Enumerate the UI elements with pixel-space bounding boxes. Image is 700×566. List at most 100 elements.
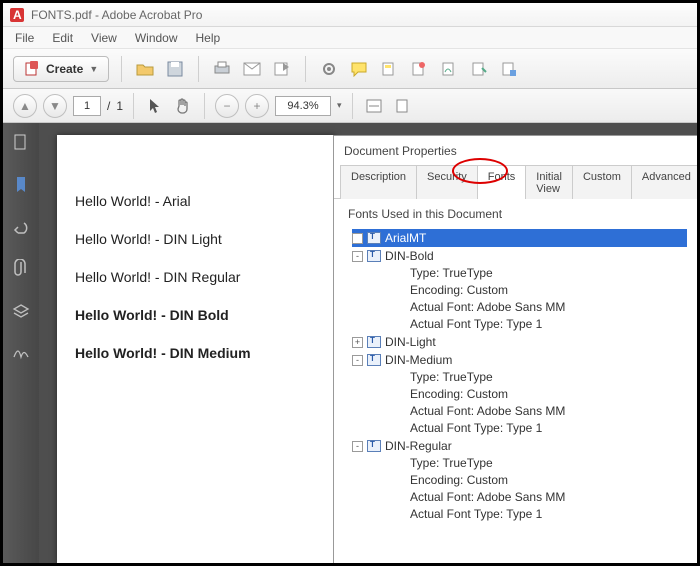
menu-edit[interactable]: Edit (44, 29, 81, 47)
workspace: Hello World! - Arial Hello World! - DIN … (3, 123, 697, 563)
email-icon[interactable] (241, 58, 263, 80)
font-icon (367, 440, 381, 452)
tab-initial-view[interactable]: Initial View (525, 165, 573, 199)
tab-description[interactable]: Description (340, 165, 417, 199)
expander-icon[interactable]: + (352, 233, 363, 244)
tab-advanced[interactable]: Advanced (631, 165, 700, 199)
font-name: ArialMT (385, 231, 426, 245)
font-detail-actual-type: Actual Font Type: Type 1 (352, 316, 687, 333)
attach-icon[interactable] (468, 58, 490, 80)
menubar: File Edit View Window Help (3, 27, 697, 49)
separator (352, 93, 353, 119)
bookmarks-icon[interactable] (11, 175, 31, 195)
font-detail-encoding: Encoding: Custom (352, 472, 687, 489)
page-total: 1 (116, 99, 123, 113)
document-properties-panel: Document Properties Description Security… (333, 135, 697, 563)
comment-icon[interactable] (348, 58, 370, 80)
separator (204, 93, 205, 119)
open-icon[interactable] (134, 58, 156, 80)
zoom-input[interactable] (275, 96, 331, 116)
thumbnails-icon[interactable] (11, 133, 31, 153)
font-name: DIN-Bold (385, 249, 434, 263)
font-node-din-medium[interactable]: - DIN-Medium (352, 351, 687, 369)
font-icon (367, 354, 381, 366)
share-icon[interactable] (271, 58, 293, 80)
font-detail-actual-type: Actual Font Type: Type 1 (352, 420, 687, 437)
font-detail-actual-font: Actual Font: Adobe Sans MM (352, 299, 687, 316)
font-detail-encoding: Encoding: Custom (352, 282, 687, 299)
sample-line-din-regular: Hello World! - DIN Regular (75, 269, 317, 285)
fonts-section-label: Fonts Used in this Document (334, 199, 697, 225)
window-title: FONTS.pdf - Adobe Acrobat Pro (31, 8, 202, 22)
sample-line-arial: Hello World! - Arial (75, 193, 317, 209)
zoom-in-button[interactable]: + (245, 94, 269, 118)
tab-security[interactable]: Security (416, 165, 478, 199)
undo-icon[interactable] (11, 217, 31, 237)
nav-sidebar (3, 123, 39, 563)
font-name: DIN-Medium (385, 353, 452, 367)
menu-view[interactable]: View (83, 29, 125, 47)
chevron-down-icon: ▼ (89, 64, 98, 74)
select-tool-icon[interactable] (144, 95, 166, 117)
fit-width-icon[interactable] (363, 95, 385, 117)
layers-icon[interactable] (11, 301, 31, 321)
font-detail-actual-font: Actual Font: Adobe Sans MM (352, 403, 687, 420)
font-icon (367, 232, 381, 244)
fonts-tree: + ArialMT - DIN-Bold Type: TrueType Enco… (334, 225, 697, 533)
sign-icon[interactable] (438, 58, 460, 80)
font-icon (367, 250, 381, 262)
app-icon: A (9, 7, 25, 23)
zoom-dropdown-icon[interactable]: ▾ (337, 100, 342, 111)
expander-icon[interactable]: - (352, 441, 363, 452)
separator (198, 56, 199, 82)
page-up-button[interactable]: ▲ (13, 94, 37, 118)
print-icon[interactable] (211, 58, 233, 80)
highlight-icon[interactable] (378, 58, 400, 80)
separator (133, 93, 134, 119)
page-sep: / (107, 99, 110, 113)
menu-file[interactable]: File (7, 29, 42, 47)
tab-custom[interactable]: Custom (572, 165, 632, 199)
menu-window[interactable]: Window (127, 29, 186, 47)
gear-icon[interactable] (318, 58, 340, 80)
create-button[interactable]: Create ▼ (13, 56, 109, 82)
expander-icon[interactable]: + (352, 337, 363, 348)
expander-icon[interactable]: - (352, 251, 363, 262)
font-node-din-light[interactable]: + DIN-Light (352, 333, 687, 351)
attachments-icon[interactable] (11, 259, 31, 279)
font-name: DIN-Light (385, 335, 436, 349)
panel-title: Document Properties (334, 136, 697, 164)
save-icon[interactable] (164, 58, 186, 80)
stamp-icon[interactable] (408, 58, 430, 80)
sample-line-din-medium: Hello World! - DIN Medium (75, 345, 317, 361)
font-detail-type: Type: TrueType (352, 369, 687, 386)
panel-tabs: Description Security Fonts Initial View … (334, 164, 697, 199)
font-node-din-bold[interactable]: - DIN-Bold (352, 247, 687, 265)
font-icon (367, 336, 381, 348)
sample-line-din-light: Hello World! - DIN Light (75, 231, 317, 247)
separator (121, 56, 122, 82)
tab-fonts[interactable]: Fonts (477, 165, 527, 199)
app-frame: A FONTS.pdf - Adobe Acrobat Pro File Edi… (0, 0, 700, 566)
page-down-button[interactable]: ▼ (43, 94, 67, 118)
font-detail-encoding: Encoding: Custom (352, 386, 687, 403)
font-detail-type: Type: TrueType (352, 455, 687, 472)
expander-icon[interactable]: - (352, 355, 363, 366)
signatures-icon[interactable] (11, 343, 31, 363)
hand-tool-icon[interactable] (172, 95, 194, 117)
zoom-out-button[interactable]: − (215, 94, 239, 118)
font-detail-type: Type: TrueType (352, 265, 687, 282)
page-number-input[interactable] (73, 96, 101, 116)
sample-line-din-bold: Hello World! - DIN Bold (75, 307, 317, 323)
pdf-page: Hello World! - Arial Hello World! - DIN … (57, 135, 335, 563)
create-icon (24, 61, 40, 77)
titlebar: A FONTS.pdf - Adobe Acrobat Pro (3, 3, 697, 27)
form-icon[interactable] (498, 58, 520, 80)
font-node-din-regular[interactable]: - DIN-Regular (352, 437, 687, 455)
font-node-arialmt[interactable]: + ArialMT (352, 229, 687, 247)
menu-help[interactable]: Help (188, 29, 229, 47)
toolbar-nav: ▲ ▼ / 1 − + ▾ (3, 89, 697, 123)
svg-text:A: A (13, 8, 22, 22)
fit-page-icon[interactable] (391, 95, 413, 117)
font-detail-actual-type: Actual Font Type: Type 1 (352, 506, 687, 523)
